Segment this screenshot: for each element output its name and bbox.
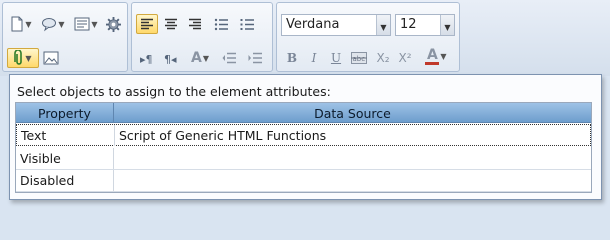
chevron-down-icon: ▼ bbox=[91, 19, 98, 29]
settings-button[interactable] bbox=[103, 14, 123, 34]
svg-text:▸¶: ▸¶ bbox=[140, 53, 153, 65]
align-right-icon bbox=[189, 18, 201, 30]
svg-text:abc: abc bbox=[353, 55, 366, 63]
toolbar: ▼ ▼ ▼ ▼ ▸¶ ¶◂ A ▼ Verdana ▼ 12 ▼ B I U a… bbox=[0, 0, 610, 76]
outdent-button[interactable] bbox=[218, 48, 240, 68]
italic-icon: I bbox=[311, 51, 317, 65]
font-size-value: 12 bbox=[400, 17, 417, 32]
superscript-icon: X² bbox=[398, 51, 412, 65]
font-group: Verdana ▼ 12 ▼ B I U abc X₂ X² A ▼ bbox=[276, 2, 460, 72]
align-center-button[interactable] bbox=[160, 14, 182, 34]
align-right-button[interactable] bbox=[184, 14, 206, 34]
property-cell: Visible bbox=[16, 148, 114, 169]
insert-group: ▼ ▼ ▼ ▼ bbox=[2, 2, 128, 72]
bold-icon: B bbox=[286, 51, 298, 65]
speech-bubble-icon bbox=[42, 18, 57, 32]
font-color-swatch bbox=[425, 61, 440, 65]
table-row[interactable]: Disabled bbox=[16, 170, 591, 192]
bold-button[interactable]: B bbox=[283, 48, 301, 68]
property-cell: Text bbox=[17, 125, 115, 146]
indent-button[interactable] bbox=[244, 48, 266, 68]
chevron-down-icon: ▼ bbox=[440, 51, 447, 61]
data-source-cell[interactable] bbox=[114, 170, 591, 191]
subscript-button[interactable]: X₂ bbox=[373, 48, 393, 68]
font-name-select[interactable]: Verdana ▼ bbox=[281, 14, 391, 36]
underline-icon: U bbox=[330, 51, 342, 65]
subscript-icon: X₂ bbox=[376, 51, 390, 65]
chevron-down-icon[interactable]: ▼ bbox=[376, 15, 390, 35]
italic-button[interactable]: I bbox=[305, 48, 323, 68]
table-row[interactable]: Visible bbox=[16, 148, 591, 170]
bullet-list-icon bbox=[240, 18, 254, 30]
form-button[interactable]: ▼ bbox=[71, 14, 101, 34]
new-element-button[interactable]: ▼ bbox=[7, 14, 35, 34]
indent-icon bbox=[248, 52, 262, 64]
rtl-paragraph-icon: ¶◂ bbox=[164, 53, 177, 65]
grid-header: Property Data Source bbox=[16, 103, 591, 123]
underline-button[interactable]: U bbox=[327, 48, 345, 68]
strikethrough-button[interactable]: abc bbox=[349, 48, 369, 68]
paragraph-group: ▸¶ ¶◂ A ▼ bbox=[131, 2, 273, 72]
attributes-grid: Property Data Source Text Script of Gene… bbox=[15, 102, 592, 193]
chevron-down-icon: ▼ bbox=[58, 19, 65, 29]
attach-data-button[interactable]: ▼ bbox=[7, 48, 39, 68]
chevron-down-icon: ▼ bbox=[25, 53, 32, 63]
text-style-icon: A bbox=[191, 50, 202, 66]
svg-text:¶◂: ¶◂ bbox=[164, 53, 177, 65]
outdent-icon bbox=[222, 52, 236, 64]
column-header-property[interactable]: Property bbox=[16, 103, 114, 123]
strikethrough-icon: abc bbox=[351, 52, 367, 64]
font-size-select[interactable]: 12 ▼ bbox=[395, 14, 455, 36]
property-cell: Disabled bbox=[16, 170, 114, 191]
data-source-cell[interactable] bbox=[114, 148, 591, 169]
numbered-list-button[interactable] bbox=[210, 14, 232, 34]
new-document-icon bbox=[11, 16, 23, 32]
chevron-down-icon: ▼ bbox=[25, 19, 32, 29]
font-color-icon: A bbox=[425, 46, 440, 65]
chevron-down-icon[interactable]: ▼ bbox=[440, 15, 454, 35]
data-source-cell[interactable]: Script of Generic HTML Functions bbox=[115, 125, 592, 146]
image-icon bbox=[43, 51, 59, 65]
align-left-button[interactable] bbox=[136, 14, 158, 34]
attribute-binding-popup: Select objects to assign to the element … bbox=[9, 74, 602, 200]
numbered-list-icon bbox=[214, 18, 228, 30]
rtl-button[interactable]: ¶◂ bbox=[160, 48, 182, 68]
instruction-text: Select objects to assign to the element … bbox=[17, 84, 331, 99]
form-icon bbox=[74, 17, 90, 31]
column-header-data-source[interactable]: Data Source bbox=[114, 103, 591, 123]
text-style-button[interactable]: A ▼ bbox=[186, 48, 214, 68]
image-button[interactable] bbox=[41, 48, 61, 68]
chevron-down-icon: ▼ bbox=[202, 53, 209, 63]
font-name-value: Verdana bbox=[286, 17, 340, 32]
align-center-icon bbox=[165, 18, 177, 30]
ltr-paragraph-icon: ▸¶ bbox=[140, 53, 153, 65]
paperclip-icon bbox=[14, 50, 23, 65]
gear-icon bbox=[105, 16, 121, 32]
align-left-icon bbox=[141, 18, 153, 30]
ltr-button[interactable]: ▸¶ bbox=[136, 48, 158, 68]
bullet-list-button[interactable] bbox=[236, 14, 258, 34]
font-color-button[interactable]: A ▼ bbox=[421, 46, 451, 66]
comment-button[interactable]: ▼ bbox=[38, 14, 68, 34]
table-row[interactable]: Text Script of Generic HTML Functions bbox=[16, 124, 591, 146]
superscript-button[interactable]: X² bbox=[395, 48, 415, 68]
